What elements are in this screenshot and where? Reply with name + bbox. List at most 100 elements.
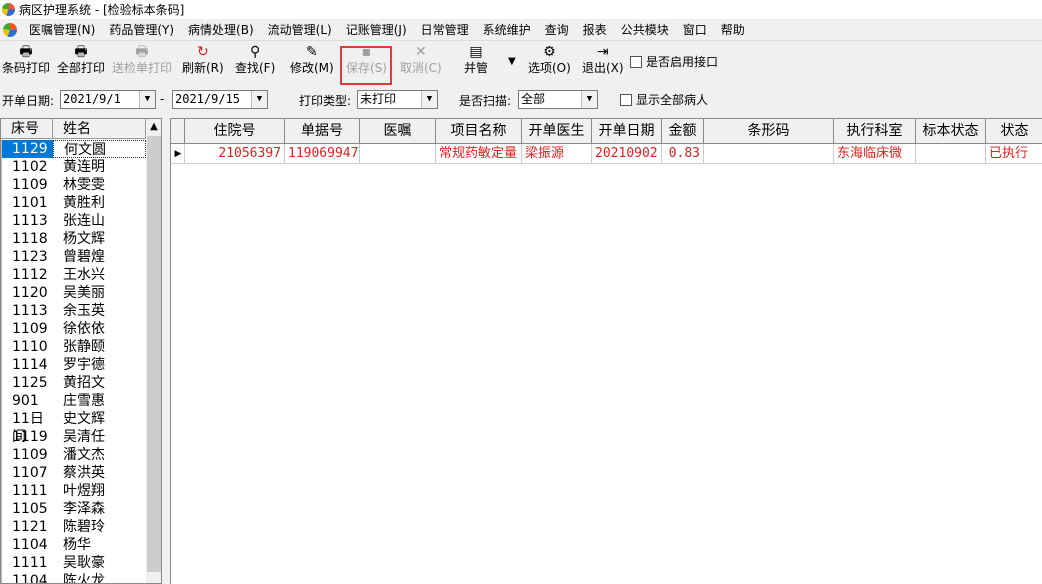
patient-row[interactable]: 1120 吴美丽	[1, 284, 146, 302]
patient-row[interactable]: 1107 蔡洪英	[1, 464, 146, 482]
col-name[interactable]: 姓名	[53, 119, 146, 138]
document-icon: ▤	[469, 44, 483, 60]
patient-row[interactable]: 1114 罗宇德	[1, 356, 146, 374]
patient-name: 徐依依	[63, 321, 105, 337]
menu-report[interactable]: 报表	[576, 20, 614, 40]
col-bill-no[interactable]: 单据号	[285, 119, 360, 143]
cell-item-name: 常规药敏定量	[436, 144, 522, 163]
patient-row[interactable]: 1104 杨华	[1, 536, 146, 554]
patient-row[interactable]: 11日间 史文辉	[1, 410, 146, 445]
patient-row[interactable]: 1111 叶煜翔	[1, 482, 146, 500]
patient-bed: 11日间	[1, 410, 53, 445]
find-button[interactable]: ⚲ 查找(F)	[235, 43, 275, 79]
patient-row[interactable]: 1129 何文圆	[1, 140, 146, 158]
patient-row[interactable]: 1112 王水兴	[1, 266, 146, 284]
bingguan-dropdown[interactable]: ▼	[508, 53, 516, 89]
patient-name: 蔡洪英	[63, 465, 105, 481]
patient-row[interactable]: 1109 林雯雯	[1, 176, 146, 194]
patient-row[interactable]: 1113 张连山	[1, 212, 146, 230]
col-item-name[interactable]: 项目名称	[436, 119, 522, 143]
patient-row[interactable]: 1104 陈火龙	[1, 572, 146, 583]
scroll-up-icon[interactable]: ▲	[146, 119, 161, 135]
menu-doctor-orders[interactable]: 医嘱管理(N)	[22, 20, 102, 40]
patient-name: 黄胜利	[63, 195, 105, 211]
menu-accounting[interactable]: 记账管理(J)	[339, 20, 414, 40]
menu-drug[interactable]: 药品管理(Y)	[102, 20, 181, 40]
dropdown-arrow-icon[interactable]: ▼	[139, 91, 155, 108]
menu-public[interactable]: 公共模块	[614, 20, 676, 40]
menu-window[interactable]: 窗口	[676, 20, 714, 40]
col-exec-dept[interactable]: 执行科室	[834, 119, 916, 143]
send-print-button[interactable]: 🖶 送检单打印	[112, 43, 172, 79]
patient-name: 张静颐	[63, 339, 105, 355]
scan-select[interactable]: 全部 ▼	[518, 90, 598, 109]
table-row[interactable]: 21056397 119069947 常规药敏定量 梁振源 20210902 0.83 东海…	[171, 144, 1042, 164]
options-button[interactable]: ⚙ 选项(O)	[528, 43, 571, 79]
date-from-picker[interactable]: 2021/9/1 ▼	[60, 90, 156, 109]
menu-query[interactable]: 查询	[538, 20, 576, 40]
refresh-button[interactable]: ↻ 刷新(R)	[182, 43, 224, 79]
barcode-print-button[interactable]: 🖶 条码打印	[2, 43, 50, 79]
menu-daily[interactable]: 日常管理	[414, 20, 476, 40]
dropdown-arrow-icon[interactable]: ▼	[421, 91, 437, 108]
col-status[interactable]: 状态	[986, 119, 1042, 143]
print-type-select[interactable]: 未打印 ▼	[357, 90, 438, 109]
patient-row[interactable]: 1109 徐依依	[1, 320, 146, 338]
patient-name: 王水兴	[63, 267, 105, 283]
dropdown-arrow-icon[interactable]: ▼	[251, 91, 267, 108]
checkbox-box[interactable]	[630, 55, 642, 68]
filter-bar: 开单日期: 2021/9/1 ▼ - 2021/9/15 ▼ 打印类型: 未打印…	[0, 86, 1042, 112]
patient-row[interactable]: 1111 吴耿豪	[1, 554, 146, 572]
patient-bed: 1120	[1, 284, 53, 302]
date-to-picker[interactable]: 2021/9/15 ▼	[172, 90, 268, 109]
specimen-grid[interactable]: 住院号 单据号 医嘱 项目名称 开单医生 开单日期 金额 条形码 执行科室 标本状态 状态 ▶ 21…	[170, 118, 1042, 584]
patient-name: 罗宇德	[63, 357, 105, 373]
cell-exec-dept: 东海临床微	[834, 144, 916, 163]
menu-help[interactable]: 帮助	[714, 20, 752, 40]
patient-bed: 1111	[1, 482, 53, 500]
patient-row[interactable]: 1118 杨文辉	[1, 230, 146, 248]
checkbox-box[interactable]	[620, 93, 632, 106]
dropdown-arrow-icon[interactable]: ▼	[581, 91, 597, 108]
patient-row[interactable]: 1125 黄招文	[1, 374, 146, 392]
patient-row[interactable]: 1121 陈碧玲	[1, 518, 146, 536]
app-menu-icon[interactable]	[3, 22, 17, 37]
print-all-button[interactable]: 🖶 全部打印	[57, 43, 105, 79]
patient-name: 史文辉	[63, 411, 105, 427]
patient-row[interactable]: 1110 张静颐	[1, 338, 146, 356]
patient-row[interactable]: 1102 黄连明	[1, 158, 146, 176]
show-all-patients-checkbox[interactable]: 显示全部病人	[620, 91, 708, 108]
patient-bed: 1121	[1, 518, 53, 536]
col-doctor[interactable]: 开单医生	[522, 119, 592, 143]
col-bed[interactable]: 床号	[1, 119, 53, 138]
scroll-thumb[interactable]	[147, 136, 161, 572]
enable-interface-checkbox[interactable]: 是否启用接口	[630, 53, 718, 70]
patient-row[interactable]: 1105 李泽森	[1, 500, 146, 518]
cell-amount: 0.83	[662, 144, 704, 163]
menu-system[interactable]: 系统维护	[476, 20, 538, 40]
col-order-date[interactable]: 开单日期	[592, 119, 662, 143]
bingguan-button[interactable]: ▤ 并管	[464, 43, 488, 79]
exit-button[interactable]: ⇥ 退出(X)	[582, 43, 624, 79]
menu-condition[interactable]: 病情处理(B)	[181, 20, 261, 40]
col-barcode[interactable]: 条形码	[704, 119, 834, 143]
col-amount[interactable]: 金额	[662, 119, 704, 143]
col-inpatient-no[interactable]: 住院号	[185, 119, 285, 143]
patient-row[interactable]: 1123 曾碧煌	[1, 248, 146, 266]
menu-flow[interactable]: 流动管理(L)	[261, 20, 339, 40]
patient-row[interactable]: 1109 潘文杰	[1, 446, 146, 464]
cancel-button[interactable]: ✕ 取消(C)	[400, 43, 442, 79]
patient-list[interactable]: 床号 姓名 1129 何文圆 1102 黄连明 1109 林雯雯 1101 黄胜利 1113 张连…	[0, 118, 162, 584]
patient-row[interactable]: 901 庄雪惠	[1, 392, 146, 410]
patient-row[interactable]: 1101 黄胜利	[1, 194, 146, 212]
patient-list-scrollbar[interactable]: ▲	[146, 119, 161, 583]
patient-row[interactable]: 1113 余玉英	[1, 302, 146, 320]
col-order[interactable]: 医嘱	[360, 119, 436, 143]
grid-corner	[171, 119, 185, 143]
modify-button[interactable]: ✎ 修改(M)	[290, 43, 334, 79]
cell-barcode	[704, 144, 834, 163]
cell-status: 已执行	[986, 144, 1042, 163]
patient-row[interactable]: 1119 吴清任	[1, 428, 146, 446]
patient-name: 黄连明	[63, 159, 105, 175]
col-specimen-status[interactable]: 标本状态	[916, 119, 986, 143]
